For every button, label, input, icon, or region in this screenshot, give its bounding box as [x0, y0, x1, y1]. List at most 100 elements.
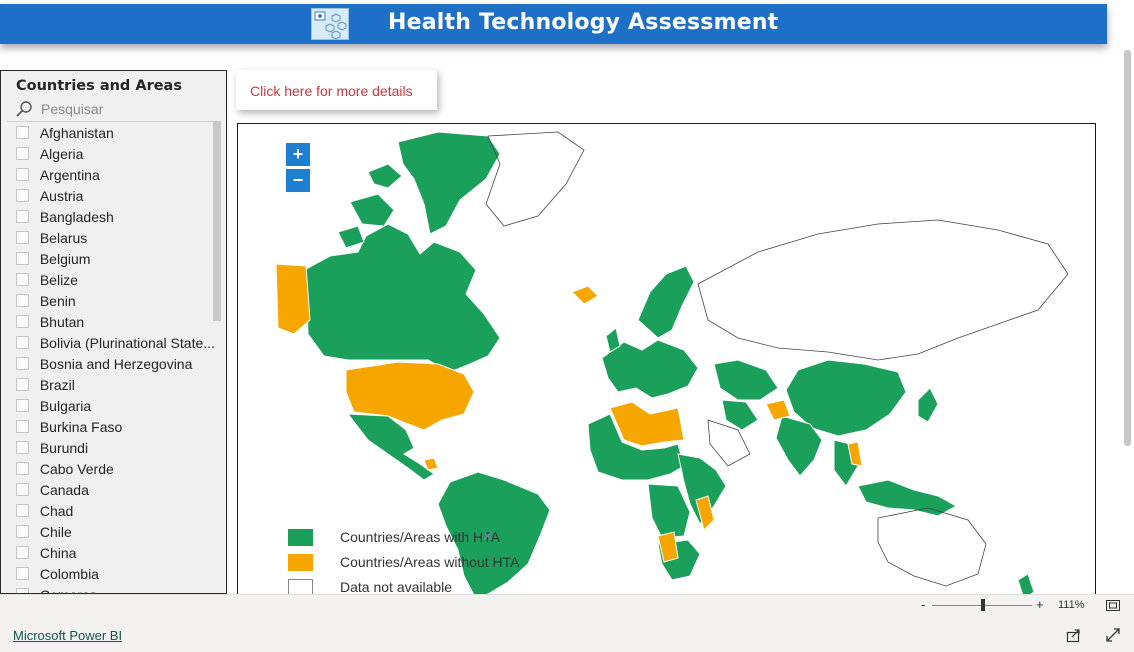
slicer-checkbox[interactable]: [16, 273, 29, 286]
greenland-shape[interactable]: [397, 131, 501, 235]
slicer-checkbox[interactable]: [16, 168, 29, 181]
slicer-item-label: Brazil: [39, 376, 75, 393]
slicer-item[interactable]: Canada: [7, 479, 219, 500]
slicer-item-label: Algeria: [39, 145, 84, 162]
map-zoom-in-button[interactable]: +: [286, 143, 310, 166]
slicer-item-label: Belarus: [39, 229, 88, 246]
slicer-checkbox[interactable]: [16, 441, 29, 454]
slicer-checkbox[interactable]: [16, 231, 29, 244]
slicer-item[interactable]: Bosnia and Herzegovina: [7, 353, 219, 374]
alaska-shape[interactable]: [275, 263, 311, 335]
map-canvas[interactable]: [238, 124, 1096, 598]
slicer-checkbox[interactable]: [16, 420, 29, 433]
slicer-item[interactable]: Afghanistan: [7, 122, 219, 143]
legend-close-icon[interactable]: ✕: [482, 528, 494, 545]
scandinavia-shape[interactable]: [637, 265, 695, 339]
slicer-item-label: Canada: [39, 481, 89, 498]
slicer-item[interactable]: Bhutan: [7, 311, 219, 332]
slicer-item[interactable]: Burundi: [7, 437, 219, 458]
page-scrollbar[interactable]: [1124, 50, 1131, 446]
slicer-item-label: Burundi: [39, 439, 89, 456]
slicer-item[interactable]: Comoros: [7, 584, 219, 593]
fit-to-page-icon[interactable]: [1106, 600, 1120, 611]
slicer-checkbox[interactable]: [16, 147, 29, 160]
slicer-checkbox[interactable]: [16, 336, 29, 349]
slicer-checkbox[interactable]: [16, 462, 29, 475]
slicer-checkbox[interactable]: [16, 504, 29, 517]
slicer-item-label: Benin: [39, 292, 76, 309]
slicer-checkbox[interactable]: [16, 567, 29, 580]
slicer-item-list: Afghanistan Algeria Argentina Austria Bangla…: [7, 121, 219, 593]
world-map[interactable]: + − Countries/Areas with HTA Countries/A…: [237, 123, 1096, 598]
turkmenistan-shape[interactable]: [765, 399, 791, 421]
slicer-item[interactable]: Bangladesh: [7, 206, 219, 227]
search-icon: [16, 101, 32, 117]
report-page: Health Technology Assessment Countries a…: [0, 0, 1134, 652]
japan-shape[interactable]: [917, 387, 939, 423]
countries-slicer: Countries and Areas Pesquisar Afghanista…: [0, 70, 227, 594]
slicer-checkbox[interactable]: [16, 378, 29, 391]
slicer-item[interactable]: Belgium: [7, 248, 219, 269]
slicer-checkbox[interactable]: [16, 546, 29, 559]
slicer-item[interactable]: Belize: [7, 269, 219, 290]
slicer-item-label: Cabo Verde: [39, 460, 114, 477]
legend-label-without-hta: Countries/Areas without HTA: [340, 554, 520, 570]
powerbi-link[interactable]: Microsoft Power BI: [13, 628, 122, 643]
slicer-item[interactable]: Bulgaria: [7, 395, 219, 416]
slicer-item[interactable]: Brazil: [7, 374, 219, 395]
slicer-item[interactable]: Austria: [7, 185, 219, 206]
iceland-shape[interactable]: [571, 285, 599, 305]
iran-shape[interactable]: [721, 399, 759, 431]
slicer-checkbox[interactable]: [16, 483, 29, 496]
slicer-item[interactable]: Chad: [7, 500, 219, 521]
slicer-item[interactable]: Benin: [7, 290, 219, 311]
slicer-item-label: Bulgaria: [39, 397, 92, 414]
slicer-checkbox[interactable]: [16, 525, 29, 538]
slicer-checkbox[interactable]: [16, 189, 29, 202]
slicer-checkbox[interactable]: [16, 126, 29, 139]
slicer-search-input[interactable]: Pesquisar: [15, 99, 215, 119]
slicer-item-label: Burkina Faso: [39, 418, 123, 435]
slicer-checkbox[interactable]: [16, 399, 29, 412]
slicer-item-label: Bangladesh: [39, 208, 114, 225]
slicer-item-label: China: [39, 544, 77, 561]
central-africa-shape[interactable]: [647, 483, 691, 539]
slicer-item-label: Colombia: [39, 565, 99, 582]
indonesia-shape[interactable]: [857, 479, 958, 517]
expand-icon[interactable]: [1105, 627, 1121, 643]
slicer-item[interactable]: Chile: [7, 521, 219, 542]
map-zoom-out-button[interactable]: −: [286, 169, 310, 192]
more-details-button[interactable]: Click here for more details: [236, 70, 437, 110]
slicer-checkbox[interactable]: [16, 210, 29, 223]
slicer-item-label: Bhutan: [39, 313, 85, 330]
slicer-scrollbar[interactable]: [213, 121, 221, 321]
hta-logo: [311, 8, 349, 40]
slicer-checkbox[interactable]: [16, 294, 29, 307]
page-title: Health Technology Assessment: [388, 10, 779, 35]
powerbi-footer: Microsoft Power BI: [0, 616, 1134, 652]
status-bar: - + 111%: [0, 594, 1134, 616]
slicer-item[interactable]: Burkina Faso: [7, 416, 219, 437]
australia-outline: [877, 507, 987, 587]
legend-label-not-available: Data not available: [340, 579, 453, 595]
zoom-in-button[interactable]: +: [1036, 597, 1044, 612]
zoom-out-button[interactable]: -: [921, 597, 925, 612]
canada-shape[interactable]: [305, 223, 501, 373]
slicer-item[interactable]: Bolivia (Plurinational State...: [7, 332, 219, 353]
slicer-item-label: Austria: [39, 187, 84, 204]
legend-label-with-hta: Countries/Areas with HTA: [340, 529, 501, 545]
slicer-checkbox[interactable]: [16, 357, 29, 370]
russia-outline: [697, 219, 1069, 361]
slicer-item[interactable]: Colombia: [7, 563, 219, 584]
share-icon[interactable]: [1066, 627, 1082, 643]
kazakhstan-shape[interactable]: [713, 359, 779, 401]
slicer-item[interactable]: Algeria: [7, 143, 219, 164]
slicer-item[interactable]: China: [7, 542, 219, 563]
slicer-item[interactable]: Belarus: [7, 227, 219, 248]
slicer-item[interactable]: Argentina: [7, 164, 219, 185]
slicer-item[interactable]: Cabo Verde: [7, 458, 219, 479]
slicer-checkbox[interactable]: [16, 252, 29, 265]
zoom-slider-handle[interactable]: [981, 599, 985, 611]
slicer-checkbox[interactable]: [16, 315, 29, 328]
legend-swatch-with-hta: [288, 529, 313, 546]
